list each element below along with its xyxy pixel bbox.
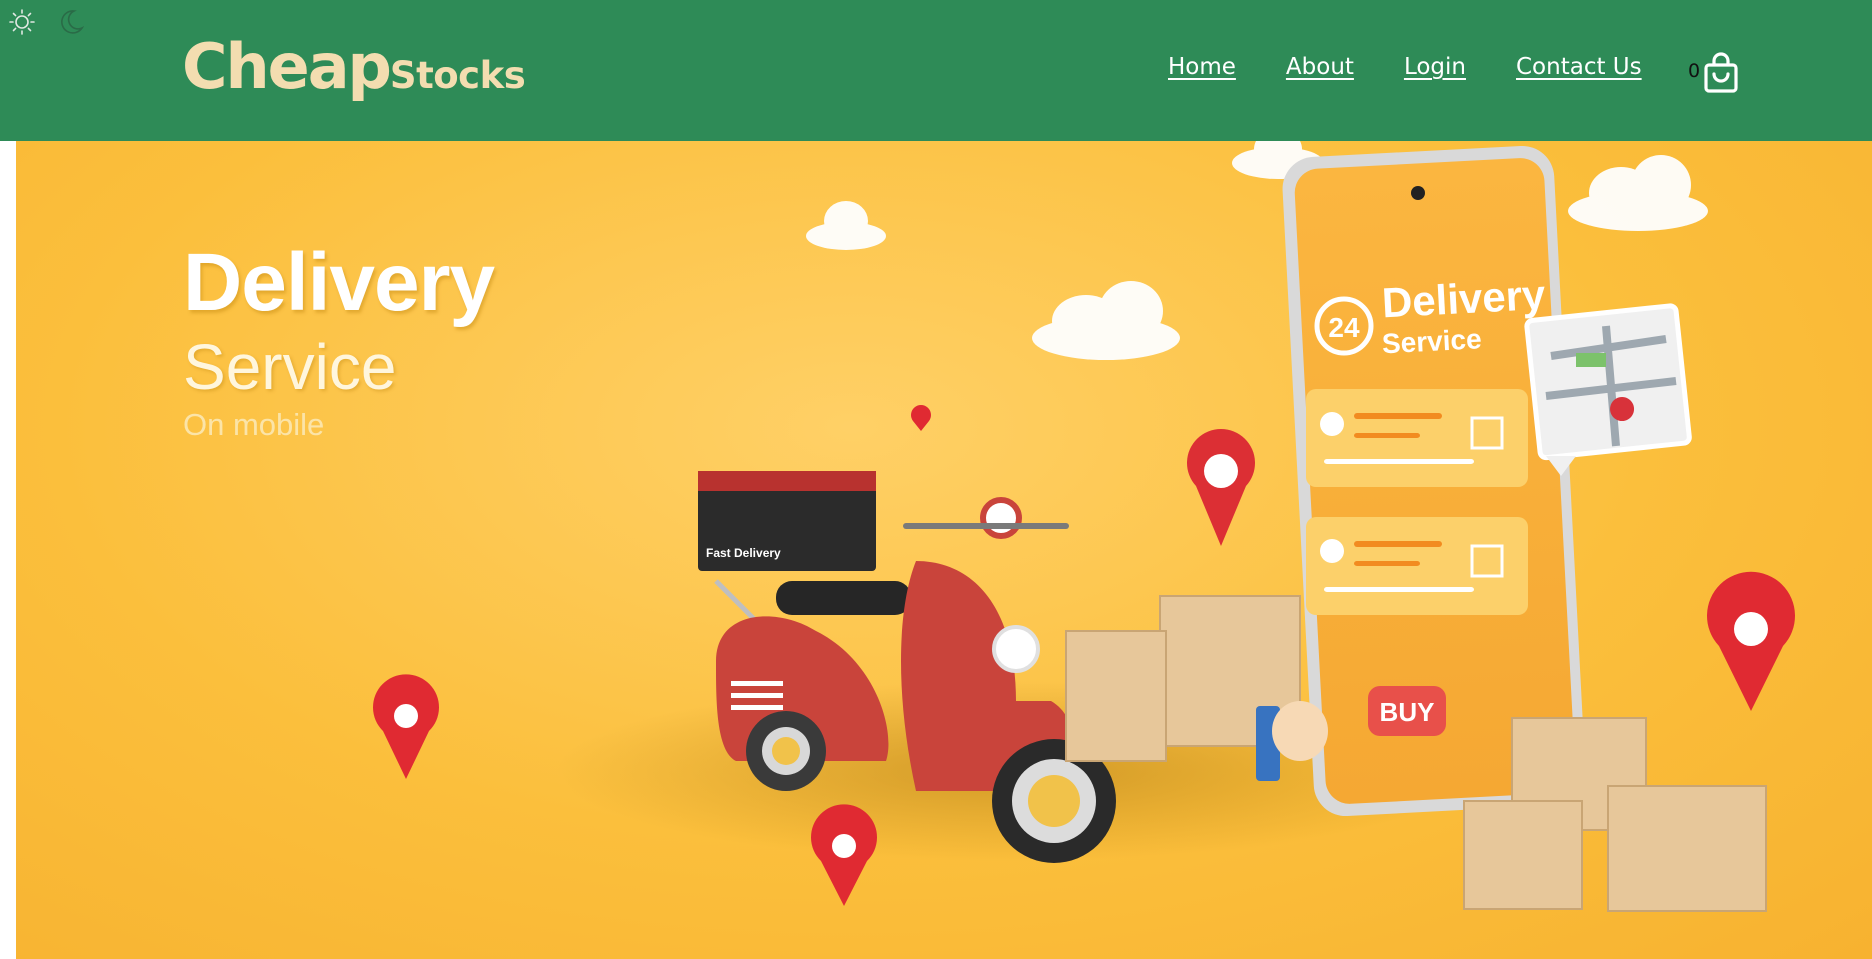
theme-toggle — [8, 8, 85, 36]
location-pin-icon — [811, 804, 877, 906]
moon-icon[interactable] — [56, 8, 85, 36]
cloud-icon — [806, 201, 886, 250]
hero-headline: Delivery — [183, 237, 495, 328]
buy-label: BUY — [1380, 697, 1435, 727]
cloud-icon — [1032, 281, 1180, 360]
phone-subtitle: Service — [1381, 323, 1482, 359]
nav-link-login[interactable]: Login — [1404, 54, 1466, 80]
nav-link-home[interactable]: Home — [1168, 54, 1236, 80]
map-card-illustration — [1524, 303, 1692, 476]
hero-banner: 24 Delivery Service BUY Fast Delivery De… — [16, 141, 1872, 959]
nav-link-about[interactable]: About — [1286, 54, 1354, 80]
phone-badge: 24 — [1328, 312, 1360, 343]
main-nav: Home About Login Contact Us — [1168, 54, 1642, 80]
brand-name-secondary: Stocks — [389, 54, 526, 97]
cart-button[interactable]: 0 — [1688, 52, 1740, 98]
nav-link-contact[interactable]: Contact Us — [1516, 54, 1642, 80]
shopping-bag-icon — [1702, 52, 1740, 98]
location-pin-icon — [911, 405, 931, 431]
hero-text: Delivery Service On mobile — [183, 237, 495, 443]
hero-tagline: On mobile — [183, 407, 325, 442]
cart-count: 0 — [1688, 60, 1701, 82]
location-pin-icon — [1187, 428, 1255, 546]
brand-logo[interactable]: CheapStocks — [182, 30, 526, 103]
box-label: Fast Delivery — [706, 546, 781, 560]
hero-subheadline: Service — [183, 331, 397, 403]
location-pin-icon — [373, 674, 439, 779]
sun-icon[interactable] — [8, 8, 36, 36]
cloud-icon — [1568, 155, 1708, 231]
phone-title: Delivery — [1381, 271, 1547, 327]
location-pin-icon — [1707, 571, 1795, 711]
brand-name-primary: Cheap — [182, 30, 392, 103]
site-header: CheapStocks Home About Login Contact Us … — [0, 0, 1872, 141]
smartphone-illustration: 24 Delivery Service BUY — [1282, 145, 1586, 817]
